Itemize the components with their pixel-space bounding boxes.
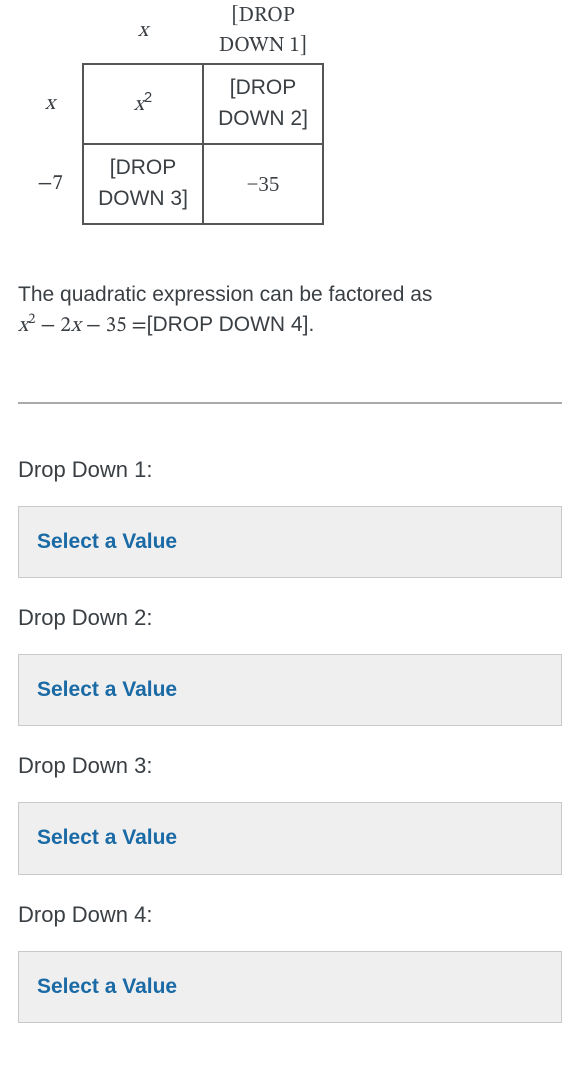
cell-r2c2: −35 <box>203 144 323 224</box>
intro-text: The quadratic expression can be factored… <box>18 283 432 306</box>
eq-end: . <box>308 313 314 336</box>
table-corner <box>18 0 83 64</box>
cell-r2c1: [DROP DOWN 3] <box>83 144 203 224</box>
row-head-1: x <box>18 64 83 144</box>
col-head-2: [DROP DOWN 1] <box>203 0 323 64</box>
dropdown-2[interactable]: Select a Value <box>18 654 562 726</box>
dropdown-1-label: Drop Down 1: <box>18 454 562 486</box>
dropdown-2-label: Drop Down 2: <box>18 602 562 634</box>
section-divider <box>18 402 562 404</box>
col-head-1: x <box>83 0 203 64</box>
cell-r1c2-text: [DROP DOWN 2] <box>205 69 321 138</box>
dropdown-3-label: Drop Down 3: <box>18 750 562 782</box>
dropdown-4-label: Drop Down 4: <box>18 899 562 931</box>
eq-tail: − 35 = <box>81 315 147 336</box>
dropdown-3[interactable]: Select a Value <box>18 802 562 874</box>
eq-slot: [DROP DOWN 4] <box>147 313 309 336</box>
question-prose: The quadratic expression can be factored… <box>18 280 562 342</box>
cell-r1c1-exp: 2 <box>144 90 152 106</box>
question-body: x [DROP DOWN 1] x x2 [DROP DOWN 2] −7 [D… <box>0 0 580 1053</box>
eq-x2: x <box>71 315 81 336</box>
dropdown-4[interactable]: Select a Value <box>18 951 562 1023</box>
cell-r2c2-text: −35 <box>205 165 321 203</box>
row-head-2: −7 <box>18 144 83 224</box>
cell-r1c2: [DROP DOWN 2] <box>203 64 323 144</box>
cell-r1c1-var: x <box>134 94 144 115</box>
cell-r2c1-text: [DROP DOWN 3] <box>85 149 201 218</box>
factor-box-table: x [DROP DOWN 1] x x2 [DROP DOWN 2] −7 [D… <box>18 0 324 225</box>
dropdown-1[interactable]: Select a Value <box>18 506 562 578</box>
cell-r1c1: x2 <box>83 64 203 144</box>
eq-mid: − 2 <box>35 315 70 336</box>
eq-x1: x <box>18 315 28 336</box>
equation: x2 − 2x − 35 =[DROP DOWN 4]. <box>18 315 314 336</box>
